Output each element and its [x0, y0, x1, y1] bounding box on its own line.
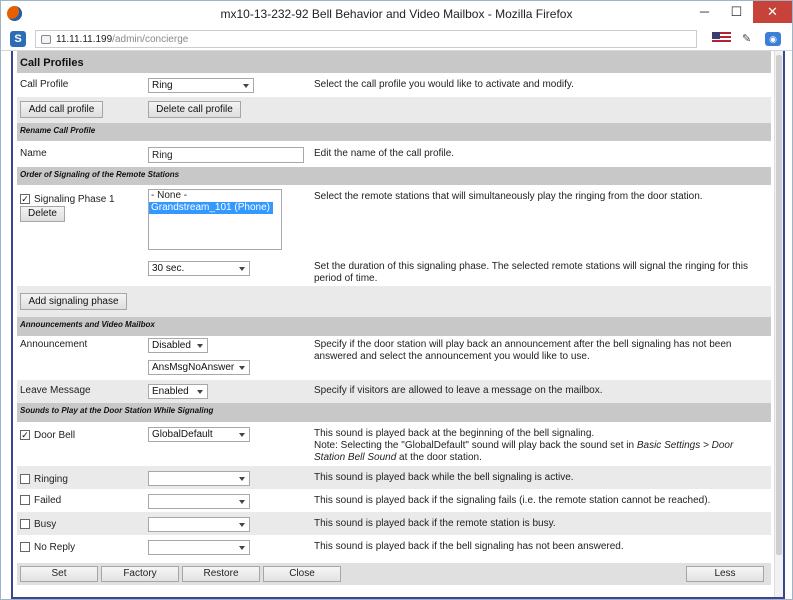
no-reply-checkbox[interactable]	[20, 542, 30, 552]
busy-desc: This sound is played back if the remote …	[314, 518, 556, 529]
extension-icon[interactable]: ✎	[742, 32, 756, 46]
door-bell-row: ✓ Door Bell GlobalDefault This sound is …	[17, 422, 771, 466]
busy-label: Busy	[34, 519, 57, 530]
door-bell-note-c: at the door station.	[396, 452, 482, 463]
vertical-scrollbar[interactable]	[774, 51, 783, 597]
duration-row: 30 sec. Set the duration of this signali…	[17, 251, 771, 286]
less-button[interactable]: Less	[686, 566, 764, 582]
ringing-checkbox[interactable]	[20, 474, 30, 484]
url-path: /admin/concierge	[112, 34, 189, 45]
url-host: 11.11.11.199	[56, 34, 113, 45]
no-reply-row: No Reply This sound is played back if th…	[17, 535, 771, 559]
section-header-announcements: Announcements and Video Mailbox	[17, 317, 771, 336]
failed-checkbox[interactable]	[20, 495, 30, 505]
call-profile-select[interactable]: Ring	[148, 78, 254, 93]
door-bell-checkbox[interactable]: ✓	[20, 430, 30, 440]
profile-name-input[interactable]: Ring	[148, 147, 304, 163]
ringing-select[interactable]	[148, 471, 250, 486]
close-button[interactable]: Close	[263, 566, 341, 582]
busy-checkbox[interactable]	[20, 519, 30, 529]
minimize-button[interactable]: ─	[689, 1, 720, 23]
ringing-desc: This sound is played back while the bell…	[314, 472, 574, 483]
delete-phase-button[interactable]: Delete	[20, 206, 65, 222]
section-header-sounds: Sounds to Play at the Door Station While…	[17, 403, 771, 422]
call-profile-row: Call Profile Ring Select the call profil…	[17, 73, 771, 97]
section-header-order: Order of Signaling of the Remote Station…	[17, 167, 771, 185]
maximize-button[interactable]: ☐	[721, 1, 752, 23]
set-button[interactable]: Set	[20, 566, 98, 582]
signaling-phase-checkbox[interactable]: ✓	[20, 194, 30, 204]
factory-button[interactable]: Factory	[101, 566, 179, 582]
leave-message-row: Leave Message Enabled Specify if visitor…	[17, 380, 771, 403]
duration-select[interactable]: 30 sec.	[148, 261, 250, 276]
name-label: Name	[20, 148, 47, 159]
url-text: 11.11.11.199/admin/concierge	[56, 34, 188, 45]
leave-message-desc: Specify if visitors are allowed to leave…	[314, 385, 603, 396]
add-phase-row: Add signaling phase	[17, 286, 771, 317]
name-row: Name Ring Edit the name of the call prof…	[17, 141, 771, 167]
section-header-call-profiles: Call Profiles	[17, 51, 771, 73]
list-option-grandstream[interactable]: Grandstream_101 (Phone)	[149, 202, 273, 214]
announcement-file-select[interactable]: AnsMsgNoAnswer	[148, 360, 250, 375]
dialog-frame: Call Profiles Call Profile Ring Select t…	[11, 51, 785, 599]
leave-message-label: Leave Message	[20, 385, 91, 396]
duration-desc: Set the duration of this signaling phase…	[314, 261, 748, 284]
door-bell-desc: This sound is played back at the beginni…	[314, 428, 759, 464]
add-signaling-phase-button[interactable]: Add signaling phase	[20, 293, 127, 310]
signaling-phase-label: Signaling Phase 1	[34, 194, 115, 205]
address-field[interactable]: 11.11.11.199/admin/concierge	[35, 30, 697, 48]
browser-window: mx10-13-232-92 Bell Behavior and Video M…	[0, 0, 793, 600]
remote-stations-desc: Select the remote stations that will sim…	[314, 191, 703, 202]
window-title: mx10-13-232-92 Bell Behavior and Video M…	[220, 7, 573, 21]
failed-desc: This sound is played back if the signali…	[314, 495, 711, 506]
delete-call-profile-button[interactable]: Delete call profile	[148, 101, 241, 118]
list-option-none[interactable]: - None -	[149, 190, 281, 202]
door-bell-note-a: Note: Selecting the "GlobalDefault" soun…	[314, 440, 637, 451]
add-call-profile-button[interactable]: Add call profile	[20, 101, 103, 118]
ringing-label: Ringing	[34, 474, 68, 485]
scrollbar-thumb[interactable]	[776, 55, 782, 555]
signaling-phase-row: ✓ Signaling Phase 1 Delete - None - Gran…	[17, 185, 771, 251]
name-desc: Edit the name of the call profile.	[314, 148, 455, 159]
announcement-desc: Specify if the door station will play ba…	[314, 339, 732, 362]
busy-row: Busy This sound is played back if the re…	[17, 512, 771, 535]
no-reply-desc: This sound is played back if the bell si…	[314, 541, 624, 552]
restore-button[interactable]: Restore	[182, 566, 260, 582]
section-header-rename: Rename Call Profile	[17, 123, 771, 141]
remote-stations-list[interactable]: - None - Grandstream_101 (Phone)	[148, 189, 282, 250]
addon-icon[interactable]: ◉	[765, 32, 781, 46]
call-profile-desc: Select the call profile you would like t…	[314, 79, 574, 90]
call-profile-label: Call Profile	[20, 79, 69, 90]
door-bell-select[interactable]: GlobalDefault	[148, 427, 250, 442]
door-bell-note: Note: Selecting the "GlobalDefault" soun…	[314, 440, 759, 464]
announcement-row: Announcement Disabled AnsMsgNoAnswer Spe…	[17, 336, 771, 380]
no-reply-select[interactable]	[148, 540, 250, 555]
announcement-select[interactable]: Disabled	[148, 338, 208, 353]
ringing-row: Ringing This sound is played back while …	[17, 466, 771, 489]
failed-label: Failed	[34, 495, 62, 506]
us-flag-icon[interactable]	[712, 32, 731, 44]
url-bar: S 11.11.11.199/admin/concierge ✎ ◉	[1, 27, 792, 51]
failed-row: Failed This sound is played back if the …	[17, 489, 771, 512]
door-bell-desc-line: This sound is played back at the beginni…	[314, 428, 595, 439]
site-s-icon: S	[10, 31, 26, 47]
no-reply-label: No Reply	[34, 542, 76, 553]
call-profile-buttons-row: Add call profile Delete call profile	[17, 97, 771, 123]
title-bar: mx10-13-232-92 Bell Behavior and Video M…	[1, 1, 792, 27]
footer-button-bar: Set Factory Restore Close Less	[17, 563, 771, 585]
leave-message-select[interactable]: Enabled	[148, 384, 208, 399]
failed-select[interactable]	[148, 494, 250, 509]
announcement-label: Announcement	[20, 339, 88, 350]
door-bell-label: Door Bell	[34, 430, 76, 441]
page-info-icon[interactable]	[41, 35, 51, 44]
close-window-button[interactable]: ✕	[753, 1, 792, 23]
busy-select[interactable]	[148, 517, 250, 532]
